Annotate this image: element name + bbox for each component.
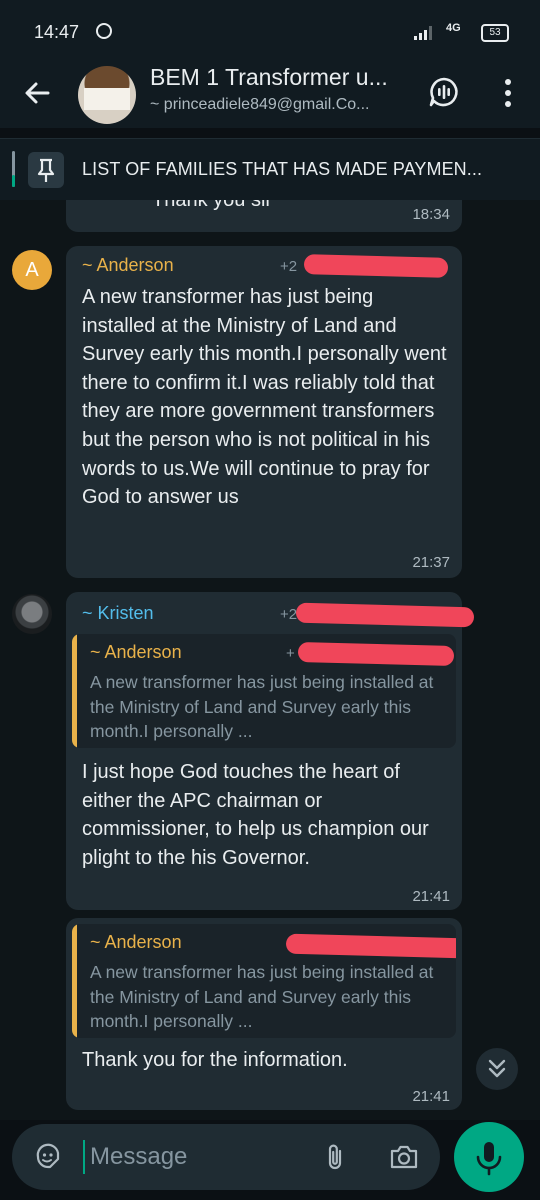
sticker-icon[interactable] [34, 1143, 62, 1171]
status-time: 14:47 [34, 22, 80, 42]
redaction-mark [285, 933, 456, 959]
whatsapp-status-icon [96, 23, 112, 39]
message-bubble[interactable]: ~ Kristen +2 ~ Anderson + A new transfor… [66, 592, 475, 910]
quote-bar [72, 634, 77, 748]
microphone-icon [476, 1142, 502, 1176]
pin-icon [28, 152, 64, 188]
quoted-sender: ~ Anderson [90, 932, 182, 952]
message-text: Thank you for the information. [82, 1049, 348, 1071]
message-input[interactable] [88, 1134, 292, 1180]
network-type: 4G [446, 22, 461, 34]
message-bubble[interactable]: ~ Anderson +2 A new transformer has just… [66, 246, 462, 578]
battery-level: 53 [481, 24, 509, 42]
message-sender[interactable]: ~ Kristen [82, 603, 154, 624]
message-time: 21:37 [412, 554, 450, 571]
message-sender[interactable]: ~ Anderson [82, 255, 174, 276]
pinned-message-text: LIST OF FAMILIES THAT HAS MADE PAYMEN... [82, 159, 483, 179]
message-bubble[interactable]: Thank you sir 18:34 [66, 200, 462, 232]
quote-bar [72, 924, 77, 1038]
message-time: 21:41 [412, 1088, 450, 1105]
group-avatar[interactable] [78, 66, 136, 124]
group-subtitle[interactable]: ~ princeadiele849@gmail.Co... [150, 96, 369, 114]
double-chevron-down-icon [488, 1059, 506, 1078]
message-time: 21:41 [412, 888, 450, 905]
signal-icon [414, 24, 436, 40]
quoted-text: A new transformer has just being install… [90, 962, 434, 1031]
voice-message-button[interactable] [454, 1122, 524, 1192]
quoted-sender-phone: + [286, 645, 295, 662]
back-arrow-icon[interactable] [22, 78, 52, 108]
redaction-mark [295, 602, 475, 628]
sender-avatar[interactable] [12, 594, 52, 634]
sender-avatar[interactable]: A [12, 250, 52, 290]
quoted-sender: ~ Anderson [90, 642, 182, 662]
voice-chat-icon[interactable] [428, 76, 460, 108]
pinned-message-banner[interactable]: LIST OF FAMILIES THAT HAS MADE PAYMEN... [0, 138, 540, 201]
redaction-mark [303, 254, 449, 278]
quoted-message[interactable]: ~ Anderson A new transformer has just be… [72, 924, 456, 1038]
quoted-message[interactable]: ~ Anderson + A new transformer has just … [72, 634, 456, 748]
status-bar: 14:47 4G 53 [0, 0, 540, 62]
attach-icon[interactable] [320, 1142, 350, 1172]
message-time: 18:34 [412, 206, 450, 223]
text-cursor [83, 1140, 85, 1174]
message-bubble[interactable]: ~ Anderson A new transformer has just be… [66, 918, 462, 1110]
quoted-text: A new transformer has just being install… [90, 672, 434, 741]
message-composer [12, 1124, 440, 1190]
more-options-icon[interactable] [498, 76, 518, 110]
message-text: I just hope God touches the heart of eit… [82, 761, 429, 869]
scroll-to-bottom-button[interactable] [476, 1048, 518, 1090]
group-title[interactable]: BEM 1 Transformer u... [150, 64, 388, 91]
sender-phone: +2 [280, 258, 298, 275]
camera-icon[interactable] [388, 1142, 420, 1172]
pinned-indicator [12, 151, 15, 187]
sender-phone: +2 [280, 606, 298, 623]
message-text: Thank you sir [152, 200, 273, 211]
chat-header: BEM 1 Transformer u... ~ princeadiele849… [0, 62, 540, 128]
message-text: A new transformer has just being install… [82, 286, 447, 509]
redaction-mark [297, 641, 455, 667]
